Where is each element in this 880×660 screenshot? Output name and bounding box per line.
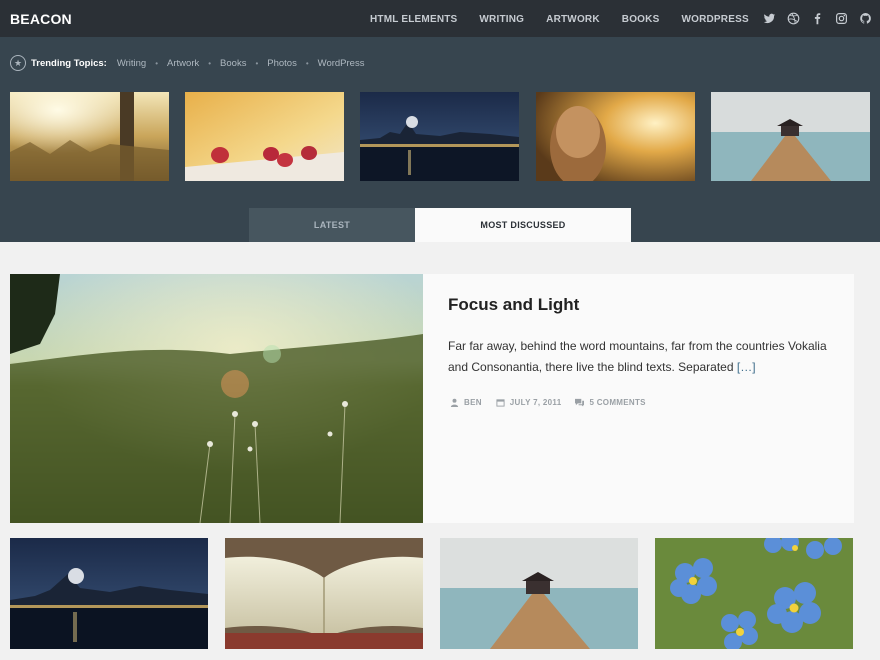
- nav-wordpress[interactable]: WORDPRESS: [681, 14, 748, 25]
- separator-dot: •: [305, 58, 309, 68]
- facebook-icon[interactable]: [810, 11, 824, 25]
- main-nav: HTML ELEMENTS WRITING ARTWORK BOOKS WORD…: [370, 14, 771, 25]
- separator-dot: •: [208, 58, 212, 68]
- nav-books[interactable]: BOOKS: [622, 14, 660, 25]
- post-title[interactable]: Focus and Light: [448, 295, 579, 315]
- post-tabs: LATEST MOST DISCUSSED: [249, 208, 631, 242]
- calendar-icon: [496, 399, 505, 407]
- site-logo[interactable]: BEACON: [10, 11, 72, 27]
- grid-thumbnail-blue-flowers[interactable]: [655, 538, 853, 649]
- thumbnail-city-night[interactable]: [360, 92, 519, 181]
- read-more-link[interactable]: […]: [737, 360, 756, 374]
- post-date[interactable]: JULY 7, 2011: [496, 398, 562, 407]
- nav-writing[interactable]: WRITING: [479, 14, 524, 25]
- nav-html-elements[interactable]: HTML ELEMENTS: [370, 14, 457, 25]
- twitter-icon[interactable]: [762, 11, 776, 25]
- topic-artwork[interactable]: Artwork: [167, 58, 199, 69]
- top-bar: BEACON HTML ELEMENTS WRITING ARTWORK BOO…: [0, 0, 880, 37]
- post-excerpt: Far far away, behind the word mountains,…: [448, 336, 843, 378]
- grid-thumbnail-city-night[interactable]: [10, 538, 208, 649]
- topic-wordpress[interactable]: WordPress: [318, 58, 365, 69]
- user-icon: [450, 398, 459, 407]
- post-meta: BEN JULY 7, 2011 5 COMMENTS: [450, 398, 660, 407]
- comments-icon: [575, 398, 585, 407]
- post-excerpt-text: Far far away, behind the word mountains,…: [448, 339, 827, 374]
- comments-count: 5 COMMENTS: [589, 398, 646, 407]
- featured-post-card: Focus and Light Far far away, behind the…: [423, 274, 854, 523]
- topic-writing[interactable]: Writing: [117, 58, 146, 69]
- trending-thumbnails: [10, 92, 870, 181]
- separator-dot: •: [155, 58, 159, 68]
- github-icon[interactable]: [858, 11, 872, 25]
- author-name: BEN: [464, 398, 482, 407]
- separator-dot: •: [255, 58, 259, 68]
- trending-topics: ★ Trending Topics: Writing • Artwork • B…: [10, 55, 364, 71]
- tab-most-discussed[interactable]: MOST DISCUSSED: [415, 208, 631, 242]
- topic-books[interactable]: Books: [220, 58, 246, 69]
- thumbnail-pier[interactable]: [711, 92, 870, 181]
- header-section: ★ Trending Topics: Writing • Artwork • B…: [0, 37, 880, 242]
- thumbnail-girl-sunset[interactable]: [536, 92, 695, 181]
- star-icon: ★: [10, 55, 26, 71]
- trending-label: Trending Topics:: [31, 57, 107, 69]
- thumbnail-field-sunset[interactable]: [10, 92, 169, 181]
- instagram-icon[interactable]: [834, 11, 848, 25]
- date-text: JULY 7, 2011: [509, 398, 562, 407]
- tab-latest[interactable]: LATEST: [249, 208, 415, 242]
- topic-photos[interactable]: Photos: [267, 58, 297, 69]
- nav-artwork[interactable]: ARTWORK: [546, 14, 600, 25]
- social-links: [762, 11, 880, 25]
- post-author[interactable]: BEN: [450, 398, 482, 407]
- grid-thumbnail-open-book[interactable]: [225, 538, 423, 649]
- grid-thumbnail-pier[interactable]: [440, 538, 638, 649]
- featured-post-image[interactable]: [10, 274, 423, 523]
- thumbnail-strawberries[interactable]: [185, 92, 344, 181]
- post-comments[interactable]: 5 COMMENTS: [575, 398, 645, 407]
- dribbble-icon[interactable]: [786, 11, 800, 25]
